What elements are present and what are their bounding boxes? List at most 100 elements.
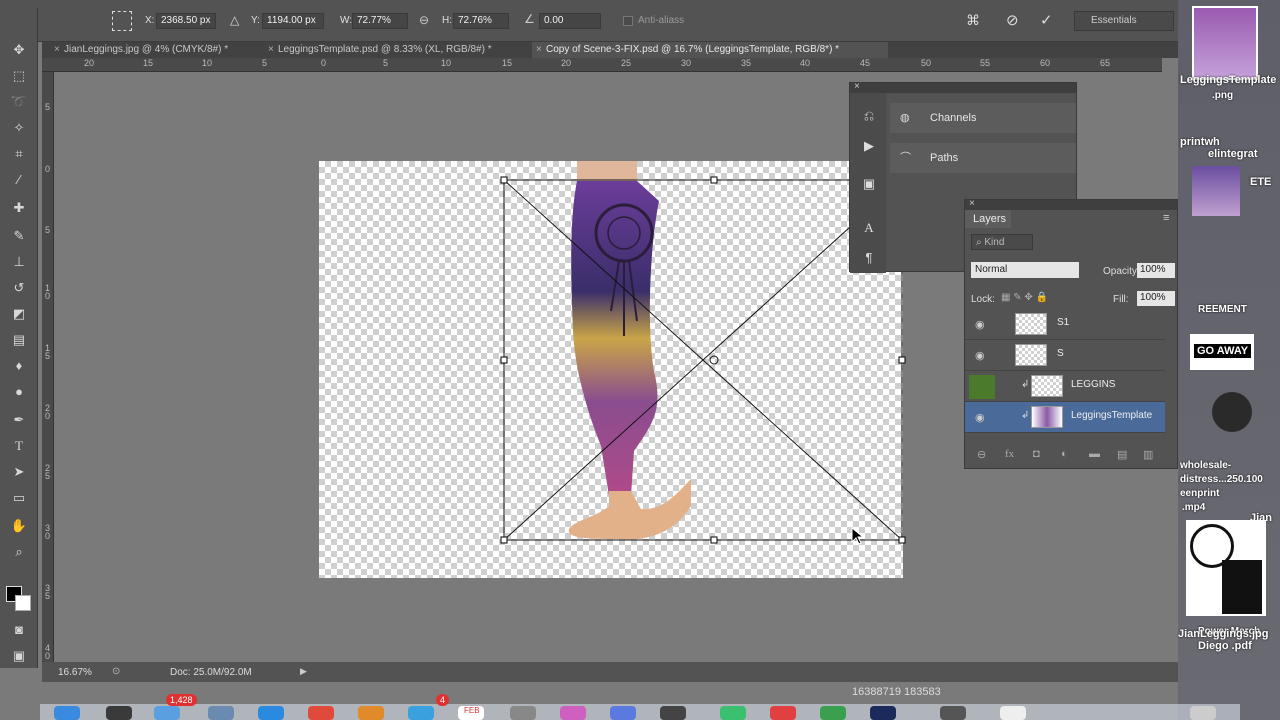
app-icon[interactable] [940, 706, 966, 720]
panel-header[interactable]: × [965, 198, 1177, 210]
blur-tool-icon[interactable]: ♦ [9, 356, 29, 376]
desktop-file-thumb[interactable] [1186, 520, 1266, 616]
fill-input[interactable]: 100% [1137, 291, 1175, 306]
gradient-tool-icon[interactable]: ▤ [9, 330, 29, 350]
app-icon[interactable] [610, 706, 636, 720]
opacity-input[interactable]: 100% [1137, 263, 1175, 278]
blend-mode-select[interactable]: Normal [971, 262, 1079, 278]
transform-bounding-box[interactable] [319, 161, 906, 578]
mail-icon[interactable] [154, 706, 180, 720]
warp-icon[interactable]: ⌘ [966, 12, 980, 29]
close-tab-icon[interactable]: × [536, 42, 542, 58]
close-tab-icon[interactable]: × [268, 42, 274, 58]
layers-tab[interactable]: Layers [965, 210, 1011, 228]
desktop-file-label[interactable]: REEMENT [1198, 304, 1247, 315]
zoom-level[interactable]: 16.67% [58, 667, 92, 678]
channels-panel-tab[interactable]: ◍ Channels [890, 103, 1076, 133]
crop-tool-icon[interactable]: ⌗ [9, 144, 29, 164]
magic-wand-tool-icon[interactable]: ✧ [9, 118, 29, 138]
share-icon[interactable]: ⊙ [112, 666, 120, 677]
visibility-eye-icon[interactable]: ◉ [975, 349, 985, 362]
firefox-icon[interactable] [358, 706, 384, 720]
layer-row-leggingstemplate[interactable]: ◉ ↲ LeggingsTemplate [965, 402, 1165, 433]
stamp-tool-icon[interactable]: ⊥ [9, 252, 29, 272]
adjustments-icon[interactable]: ▣ [860, 175, 878, 193]
link-icon[interactable]: ⊖ [419, 13, 429, 27]
close-icon[interactable]: × [969, 198, 975, 209]
link-layers-icon[interactable]: ⊖ [977, 448, 986, 461]
eraser-tool-icon[interactable]: ◩ [9, 304, 29, 324]
panel-menu-icon[interactable]: ≡ [1163, 212, 1169, 224]
lock-icons[interactable]: ▦ ✎ ✥ 🔒 [1001, 292, 1048, 303]
mask-icon[interactable]: ◘ [1033, 448, 1040, 460]
zoom-tool-icon[interactable]: ⌕ [9, 542, 29, 562]
finder-icon[interactable] [54, 706, 80, 720]
desktop-file-label[interactable]: .png [1212, 90, 1233, 101]
app-icon[interactable] [1000, 706, 1026, 720]
hand-tool-icon[interactable]: ✋ [9, 516, 29, 536]
visibility-eye-icon[interactable]: ◉ [975, 318, 985, 331]
itunes-icon[interactable] [560, 706, 586, 720]
desktop-file-label[interactable]: printwh [1180, 136, 1220, 148]
antialias-checkbox[interactable] [623, 16, 633, 26]
desktop-file-thumb[interactable]: GO AWAY [1190, 334, 1254, 370]
desktop-file-label[interactable]: JianLeggings.jpg [1178, 628, 1268, 640]
delta-icon[interactable]: △ [230, 13, 239, 27]
workspace-select[interactable]: Essentials [1074, 11, 1174, 31]
brush-tool-icon[interactable]: ✎ [9, 226, 29, 246]
new-layer-icon[interactable]: ▤ [1117, 448, 1127, 461]
desktop-file-label[interactable]: wholesale- [1180, 460, 1231, 471]
actions-play-icon[interactable]: ▶ [860, 137, 878, 155]
desktop-file-label[interactable]: Diego .pdf [1198, 640, 1252, 652]
type-tool-icon[interactable]: T [9, 436, 29, 456]
document-canvas[interactable] [319, 161, 906, 578]
desktop-file-thumb[interactable] [1192, 6, 1258, 80]
trash-icon[interactable]: ▥ [1143, 448, 1153, 461]
shape-tool-icon[interactable]: ▭ [9, 488, 29, 508]
close-icon[interactable]: × [854, 81, 860, 92]
safari-icon[interactable] [208, 706, 234, 720]
app-icon[interactable] [770, 706, 796, 720]
desktop-file-label[interactable]: eenprint [1180, 488, 1219, 499]
desktop-file-label[interactable]: .mp4 [1182, 502, 1205, 513]
commit-transform-icon[interactable]: ✓ [1040, 11, 1053, 29]
close-tab-icon[interactable]: × [54, 42, 60, 58]
paths-panel-tab[interactable]: ⌒ Paths [890, 143, 1076, 173]
character-icon[interactable]: A [860, 219, 878, 237]
fx-icon[interactable]: fx [1005, 448, 1014, 460]
screen-mode-icon[interactable]: ▣ [9, 646, 29, 666]
app-icon[interactable] [720, 706, 746, 720]
trash-icon[interactable] [1190, 706, 1216, 720]
marquee-tool-icon[interactable]: ⬚ [9, 66, 29, 86]
panel-header[interactable]: × [850, 81, 1076, 93]
tab-copy-of-scene[interactable]: × Copy of Scene-3-FIX.psd @ 16.7% (Leggi… [532, 42, 888, 58]
group-folder-icon[interactable]: ▬ [1089, 448, 1100, 460]
status-menu-icon[interactable]: ▶ [300, 666, 307, 677]
history-icon[interactable]: ⎌ [860, 107, 878, 125]
visibility-eye-icon[interactable]: ◉ [975, 411, 985, 424]
desktop-file-thumb[interactable] [1212, 392, 1252, 432]
adjustment-layer-icon[interactable]: ◐ [1061, 448, 1068, 460]
app-icon[interactable] [106, 706, 132, 720]
background-color-swatch[interactable] [15, 595, 31, 611]
desktop-file-label[interactable]: elintegrat [1208, 148, 1258, 160]
pen-tool-icon[interactable]: ✒ [9, 410, 29, 430]
paragraph-icon[interactable]: ¶ [860, 249, 878, 267]
angle-input[interactable]: 0.00 [539, 13, 601, 29]
dodge-tool-icon[interactable]: ● [9, 382, 29, 402]
layer-row-s1[interactable]: ◉ S1 [965, 309, 1165, 340]
healing-tool-icon[interactable]: ✚ [9, 198, 29, 218]
desktop-file-label[interactable]: LeggingsTemplate [1180, 74, 1276, 86]
lasso-tool-icon[interactable]: ➰ [9, 92, 29, 112]
photoshop-icon[interactable] [870, 706, 896, 720]
system-prefs-icon[interactable] [510, 706, 536, 720]
x-input[interactable]: 2368.50 px [156, 13, 216, 29]
desktop-file-label[interactable]: ETE [1250, 176, 1271, 188]
reference-point-icon[interactable] [112, 11, 132, 31]
layer-row-s[interactable]: ◉ S [965, 340, 1165, 371]
history-brush-icon[interactable]: ↺ [9, 278, 29, 298]
h-input[interactable]: 72.76% [453, 13, 509, 29]
desktop-file-thumb[interactable] [1192, 166, 1240, 216]
move-tool-icon[interactable]: ✥ [9, 40, 29, 60]
layer-row-leggins[interactable]: ↲ LEGGINS [965, 371, 1165, 402]
